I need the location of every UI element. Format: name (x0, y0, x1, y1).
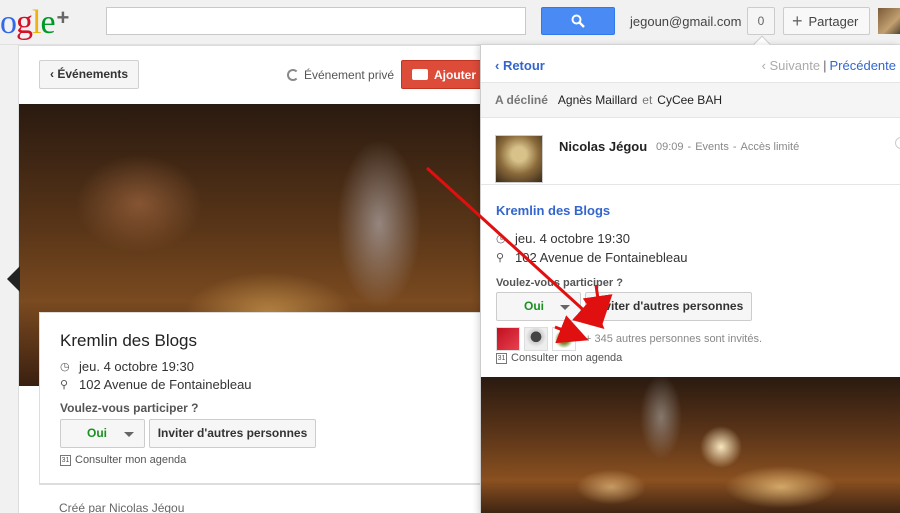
clock-icon: ◷ (496, 233, 506, 245)
and-text: et (642, 93, 653, 107)
plus-icon: + (792, 10, 803, 31)
post-source: Events (695, 141, 729, 153)
pager: ‹ Suivante | Précédente (762, 58, 896, 73)
camera-icon (412, 69, 428, 80)
date-text: jeu. 4 octobre 19:30 (515, 231, 630, 246)
chevron-down-icon (560, 305, 570, 310)
event-address: ⚲ 102 Avenue de Fontainebleau (496, 250, 688, 265)
created-by: Créé par Nicolas Jégou (59, 501, 185, 513)
location-pin-icon: ⚲ (60, 379, 69, 391)
google-plus-logo[interactable]: ogle+ (0, 0, 70, 43)
back-to-events-button[interactable]: ‹ Événements (39, 60, 140, 89)
search-icon (571, 14, 585, 28)
prev-arrow-icon[interactable] (7, 266, 20, 292)
event-title-link[interactable]: Kremlin des Blogs (496, 203, 610, 218)
rsvp-value: Oui (87, 426, 107, 440)
rsvp-question: Voulez-vous participer ? (60, 401, 199, 415)
author-name[interactable]: Nicolas Jégou (559, 139, 647, 154)
event-address: ⚲ 102 Avenue de Fontainebleau (60, 377, 252, 392)
profile-avatar[interactable] (878, 8, 900, 34)
address-text: 102 Avenue de Fontainebleau (515, 250, 688, 265)
notification-panel: ‹ Retour ‹ Suivante | Précédente A décliné… (480, 45, 900, 513)
post-options-icon[interactable] (895, 137, 900, 149)
event-info-box: Kremlin des Blogs ◷ jeu. 4 octobre 19:30… (39, 312, 489, 484)
search-input[interactable] (106, 7, 526, 35)
declined-label: A décliné (495, 93, 548, 107)
search-button[interactable] (541, 7, 615, 35)
logo-letter: e (40, 4, 55, 41)
declined-row: A décliné Agnès Maillard et CyCee BAH (481, 82, 900, 118)
more-invited-link[interactable]: + 345 autres personnes sont invités. (585, 333, 762, 345)
calendar-icon: 31 (496, 352, 507, 364)
rsvp-dropdown[interactable]: Oui (496, 292, 581, 321)
user-email[interactable]: jegoun@gmail.com (630, 14, 741, 29)
post-time[interactable]: 09:09 (656, 141, 684, 153)
logo-plus: + (56, 5, 70, 30)
rsvp-value: Oui (524, 299, 544, 313)
event-cover-photo (481, 377, 900, 513)
clock-icon: ◷ (60, 361, 70, 373)
agenda-label: Consulter mon agenda (511, 352, 623, 364)
event-page: ‹ Événements Événement privé Ajouter Kre… (7, 45, 501, 513)
pager-separator: | (823, 58, 827, 73)
invite-others-button[interactable]: Inviter d'autres personnes (149, 419, 316, 448)
chevron-down-icon (124, 432, 134, 437)
rsvp-dropdown[interactable]: Oui (60, 419, 145, 448)
view-calendar-link[interactable]: 31 Consulter mon agenda (496, 352, 622, 364)
date-text: jeu. 4 octobre 19:30 (79, 359, 194, 374)
private-icon (287, 69, 299, 81)
declined-person-1[interactable]: Agnès Maillard (558, 93, 637, 107)
back-link[interactable]: ‹ Retour (495, 58, 545, 73)
previous-link[interactable]: Précédente (830, 58, 897, 73)
rsvp-question: Voulez-vous participer ? (496, 277, 623, 289)
meta-separator: - (732, 141, 737, 153)
share-label: Partager (808, 13, 859, 29)
logo-letter: o (0, 4, 17, 41)
meta-separator: - (687, 141, 692, 153)
add-photo-label: Ajouter (434, 67, 476, 82)
divider (39, 484, 489, 485)
address-text: 102 Avenue de Fontainebleau (79, 377, 252, 392)
agenda-label: Consulter mon agenda (75, 454, 187, 466)
guest-avatar[interactable] (524, 327, 548, 351)
invite-others-button[interactable]: Inviter d'autres personnes (585, 292, 752, 321)
location-pin-icon: ⚲ (496, 252, 505, 264)
event-date: ◷ jeu. 4 octobre 19:30 (60, 359, 194, 374)
author-avatar[interactable] (495, 135, 543, 183)
declined-person-2[interactable]: CyCee BAH (657, 93, 722, 107)
private-label: Événement privé (304, 68, 395, 82)
back-label: Événements (57, 67, 129, 81)
event-title: Kremlin des Blogs (60, 331, 198, 350)
post-visibility[interactable]: Accès limité (741, 141, 800, 153)
divider (481, 184, 900, 185)
share-button[interactable]: + Partager (783, 7, 870, 35)
post-meta: 09:09- Events - Accès limité (656, 141, 803, 153)
view-calendar-link[interactable]: 31 Consulter mon agenda (60, 454, 186, 466)
guest-avatar[interactable] (496, 327, 520, 351)
notifications-count[interactable]: 0 (747, 7, 775, 35)
post-header: Nicolas Jégou 09:09- Events - Accès limité (495, 135, 900, 185)
event-date: ◷ jeu. 4 octobre 19:30 (496, 231, 630, 246)
guest-avatar[interactable] (552, 327, 576, 351)
calendar-icon: 31 (60, 454, 71, 466)
next-link[interactable]: ‹ Suivante (762, 58, 821, 73)
private-event-indicator: Événement privé (287, 68, 394, 82)
logo-letter: g (16, 4, 33, 41)
invited-guests: + 345 autres personnes sont invités. (496, 327, 762, 351)
